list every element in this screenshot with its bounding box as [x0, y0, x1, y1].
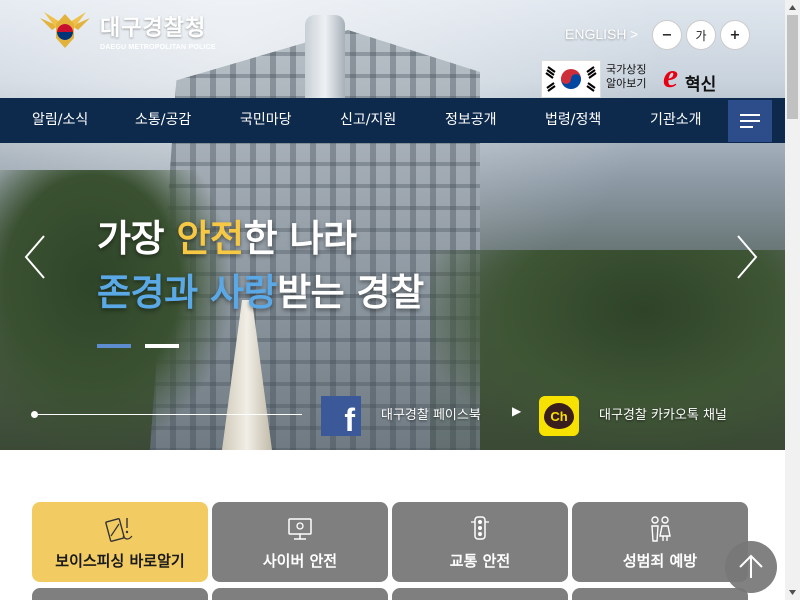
logo-title: 대구경찰청	[100, 16, 207, 41]
people-icon	[651, 516, 671, 542]
hero-line1-pre: 가장	[97, 217, 177, 260]
all-menu-button[interactable]	[728, 100, 772, 142]
national-symbol-label-line2: 알아보기	[606, 77, 647, 90]
quick-tile-row2-4[interactable]	[572, 588, 748, 600]
font-default-button[interactable]: 가	[686, 20, 716, 50]
monitor-icon	[288, 518, 312, 540]
government-innovation-logo[interactable]: e 혁신	[663, 58, 735, 98]
slide-indicator-1[interactable]	[97, 344, 131, 348]
nav-item-information-disclosure[interactable]: 정보공개	[445, 98, 497, 143]
hero-line2-highlight: 존경과 사랑	[97, 271, 278, 314]
kakao-channel-link[interactable]: 대구경찰 카카오톡 채널	[599, 404, 727, 423]
quick-tile-cyber-safety[interactable]: 사이버 안전	[212, 502, 388, 582]
quick-tile-label: 보이스피싱 바로알기	[55, 552, 185, 570]
kakao-glyph: Ch	[544, 403, 574, 429]
hero-line1-post: 한 나라	[243, 217, 358, 260]
logo-subtitle: DAEGU METROPOLITAN POLICE	[100, 44, 216, 51]
kakao-channel-icon[interactable]: Ch	[539, 396, 579, 436]
innovation-logo-text: 혁신	[685, 75, 717, 95]
quick-tile-row2-3[interactable]	[392, 588, 568, 600]
nav-item-about-agency[interactable]: 기관소개	[650, 98, 702, 143]
quick-tile-sex-crime-prevention[interactable]: 성범죄 예방	[572, 502, 748, 582]
scroll-thumb[interactable]	[787, 15, 798, 119]
hero-headline-line2: 존경과 사랑받는 경찰	[97, 262, 424, 316]
slide-prev-icon[interactable]	[20, 232, 50, 282]
font-increase-button[interactable]: +	[720, 20, 750, 50]
nav-item-communication[interactable]: 소통/공감	[135, 98, 191, 143]
font-decrease-button[interactable]: −	[652, 20, 682, 50]
slide-next-icon[interactable]	[732, 232, 762, 282]
quick-tile-row2-2[interactable]	[212, 588, 388, 600]
nav-item-laws-policies[interactable]: 법령/정책	[545, 98, 601, 143]
scroll-to-top-icon[interactable]	[725, 541, 777, 593]
quick-tile-row2-1[interactable]	[32, 588, 208, 600]
national-symbol-label-line1: 국가상징	[606, 63, 647, 76]
national-symbol-label[interactable]: 국가상징 알아보기	[606, 63, 656, 91]
quick-tile-traffic-safety[interactable]: 교통 안전	[392, 502, 568, 582]
menu-line	[740, 126, 753, 128]
social-divider-dot	[31, 411, 38, 418]
nav-item-public-square[interactable]: 국민마당	[240, 98, 292, 143]
menu-line	[740, 114, 760, 116]
phone-warning-icon	[105, 518, 133, 542]
hero-line1-highlight: 안전	[176, 217, 244, 260]
hero-line2-post: 받는 경찰	[277, 271, 424, 314]
innovation-logo-e: e	[663, 58, 679, 95]
police-emblem-icon	[40, 12, 90, 48]
slide-indicator-2[interactable]	[145, 344, 179, 348]
quick-tile-label: 교통 안전	[449, 552, 511, 570]
social-divider-line	[34, 414, 302, 415]
traffic-light-icon	[471, 516, 489, 540]
menu-line	[740, 120, 760, 122]
nav-item-notices[interactable]: 알림/소식	[32, 98, 88, 143]
nav-item-report-support[interactable]: 신고/지원	[340, 98, 396, 143]
facebook-arrow-icon: ▶	[512, 404, 522, 418]
main-navigation: 알림/소식 소통/공감 국민마당 신고/지원 정보공개 법령/정책 기관소개	[0, 98, 785, 143]
quick-tile-label: 성범죄 예방	[622, 552, 698, 570]
site-logo[interactable]: 대구경찰청 DAEGU METROPOLITAN POLICE	[38, 8, 216, 51]
hero-headline-line1: 가장 안전한 나라	[97, 208, 357, 262]
quick-tile-voice-phishing[interactable]: 보이스피싱 바로알기	[32, 502, 208, 582]
facebook-link[interactable]: 대구경찰 페이스북	[381, 404, 481, 423]
english-link-arrow-icon: >	[630, 26, 639, 42]
page-scrollbar[interactable]	[785, 0, 800, 600]
scroll-up-arrow-icon[interactable]	[785, 0, 800, 15]
facebook-icon[interactable]: f	[321, 396, 361, 436]
scroll-down-arrow-icon[interactable]	[785, 585, 800, 600]
national-symbol-flag-link[interactable]	[541, 60, 601, 98]
english-link[interactable]: ENGLISH	[565, 26, 626, 42]
korean-flag-icon	[542, 61, 600, 97]
quick-tile-label: 사이버 안전	[262, 552, 338, 570]
